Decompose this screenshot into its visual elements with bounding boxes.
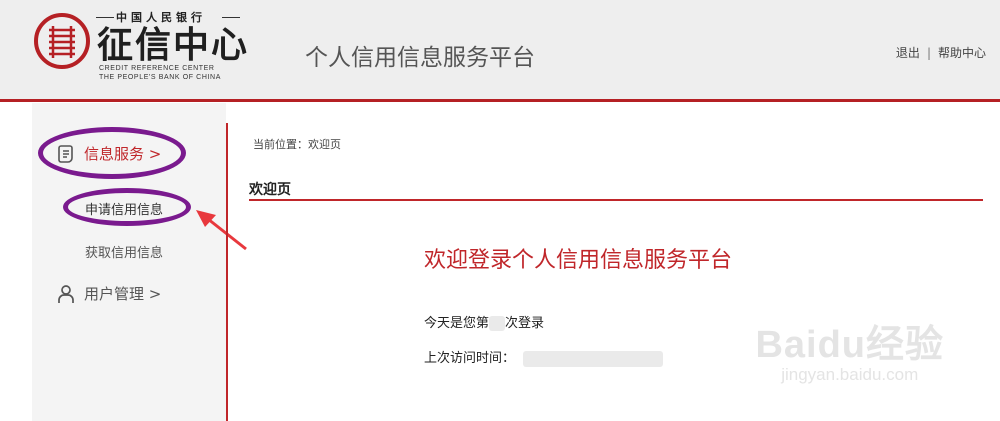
header-divider (0, 99, 1000, 102)
last-visit-line: 上次访问时间： (424, 347, 664, 367)
page-title: 欢迎页 (249, 182, 291, 198)
link-separator: | (926, 46, 931, 60)
sidebar-item-label: 用户管理 > (84, 285, 162, 303)
logo-english-line-1: CREDIT REFERENCE CENTER (99, 65, 215, 72)
title-underline (249, 199, 983, 201)
platform-title: 个人信用信息服务平台 (305, 45, 535, 71)
login-count-line: 今天是您第 次登录 (424, 312, 544, 331)
login-count-prefix: 今天是您第 (424, 316, 490, 331)
user-icon (58, 284, 74, 303)
redacted-last-visit-time (523, 350, 664, 367)
help-center-link[interactable]: 帮助中心 (938, 46, 986, 60)
highlight-ellipse-info-service (38, 127, 186, 179)
redacted-login-count (489, 316, 506, 331)
breadcrumb: 当前位置：欢迎页 (253, 138, 341, 151)
highlight-ellipse-apply-credit (63, 188, 191, 226)
submenu-get-credit-info[interactable]: 获取信用信息 (85, 242, 163, 261)
welcome-heading: 欢迎登录个人信用信息服务平台 (424, 248, 733, 273)
last-visit-label: 上次访问时间： (424, 351, 516, 366)
baidu-jingyan-watermark: Baidu经验 jingyan.baidu.com (755, 325, 944, 385)
logo-main-text: 征信中心 (97, 24, 250, 66)
header: 中国人民银行 征信中心 CREDIT REFERENCE CENTER THE … (0, 0, 1000, 99)
logo-english-line-2: THE PEOPLE'S BANK OF CHINA (99, 74, 221, 81)
watermark-url: jingyan.baidu.com (781, 365, 919, 384)
content-divider (226, 123, 228, 421)
sidebar-item-user-management[interactable]: 用户管理 > (56, 283, 161, 304)
credit-center-seal-logo (34, 13, 90, 69)
top-links: 退出 | 帮助中心 (896, 44, 986, 61)
login-count-suffix: 次登录 (505, 316, 545, 331)
annotation-arrow-icon (196, 210, 247, 251)
logout-link[interactable]: 退出 (896, 46, 920, 60)
watermark-brand: Baidu经验 (755, 324, 944, 366)
